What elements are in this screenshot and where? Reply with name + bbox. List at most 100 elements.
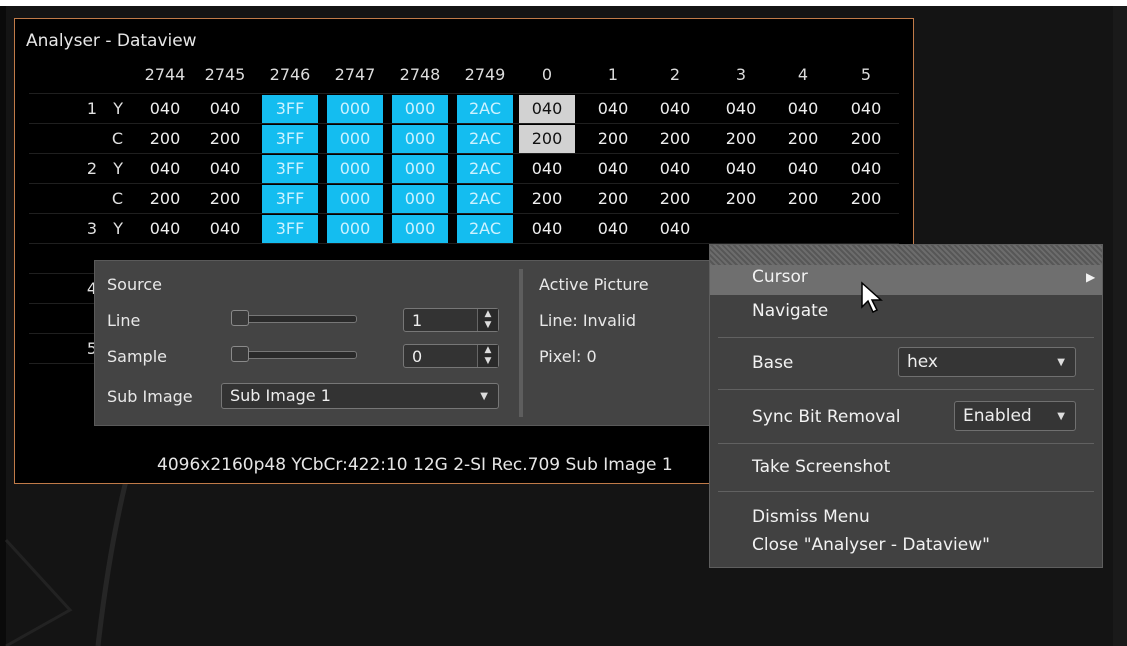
sync-bit-select[interactable]: Enabled ▼ — [954, 401, 1076, 431]
data-cell[interactable]: 000 — [327, 215, 383, 243]
data-cell[interactable]: 040 — [647, 155, 703, 183]
column-header: 2748 — [399, 65, 441, 84]
data-cell[interactable]: 000 — [327, 185, 383, 213]
data-cell[interactable]: 000 — [392, 185, 448, 213]
data-cell[interactable]: 040 — [647, 215, 703, 243]
row-line-number — [65, 305, 97, 333]
data-cell[interactable]: 040 — [775, 95, 831, 123]
data-cell[interactable]: 2AC — [457, 155, 513, 183]
data-cell[interactable]: 000 — [327, 125, 383, 153]
data-cell[interactable]: 200 — [775, 185, 831, 213]
data-cell[interactable]: 040 — [519, 215, 575, 243]
data-cell[interactable]: 2AC — [457, 125, 513, 153]
menu-item-cursor[interactable]: Cursor ▶ — [710, 265, 1102, 295]
mouse-pointer-icon — [861, 281, 883, 314]
data-cell[interactable]: 040 — [197, 95, 253, 123]
data-cell[interactable]: 200 — [519, 185, 575, 213]
spin-arrows-icon[interactable]: ▲ ▼ — [477, 345, 498, 367]
data-cell[interactable]: 040 — [838, 95, 894, 123]
data-cell[interactable]: 000 — [327, 155, 383, 183]
base-value: hex — [907, 352, 938, 372]
data-cell[interactable]: 200 — [137, 185, 193, 213]
sample-slider-thumb[interactable] — [231, 346, 249, 362]
data-cell[interactable]: 3FF — [262, 125, 318, 153]
data-cell[interactable]: 2AC — [457, 185, 513, 213]
top-edge — [0, 0, 1127, 6]
sample-slider-track[interactable] — [231, 351, 357, 359]
data-cell[interactable]: 200 — [197, 185, 253, 213]
data-cell[interactable]: 200 — [647, 185, 703, 213]
spin-arrows-icon[interactable]: ▲ ▼ — [477, 309, 498, 331]
grid-line — [29, 123, 899, 124]
menu-separator — [718, 443, 1094, 444]
data-cell[interactable]: 040 — [197, 155, 253, 183]
menu-item-navigate[interactable]: Navigate — [710, 297, 1102, 329]
data-cell[interactable]: 200 — [838, 185, 894, 213]
menu-item-take-screenshot[interactable]: Take Screenshot — [710, 451, 1102, 483]
base-select[interactable]: hex ▼ — [898, 347, 1076, 377]
data-cell[interactable]: 040 — [838, 155, 894, 183]
data-cell[interactable]: 040 — [137, 95, 193, 123]
menu-item-dismiss[interactable]: Dismiss Menu — [710, 503, 1102, 531]
line-value: 1 — [412, 311, 423, 330]
data-cell[interactable]: 3FF — [262, 95, 318, 123]
line-slider-thumb[interactable] — [231, 310, 249, 326]
menu-separator — [718, 389, 1094, 390]
sample-label: Sample — [107, 347, 167, 366]
row-channel: C — [111, 189, 123, 208]
data-cell[interactable]: 040 — [585, 215, 641, 243]
sample-spinbox[interactable]: 0 ▲ ▼ — [403, 344, 499, 368]
data-cell[interactable]: 000 — [392, 95, 448, 123]
column-header: 2747 — [334, 65, 376, 84]
data-cell[interactable]: 040 — [585, 95, 641, 123]
data-cell[interactable]: 2AC — [457, 95, 513, 123]
column-header: 2746 — [269, 65, 311, 84]
data-cell[interactable]: 200 — [713, 185, 769, 213]
source-heading: Source — [107, 275, 162, 294]
data-cell[interactable]: 040 — [647, 95, 703, 123]
data-cell[interactable]: 3FF — [262, 185, 318, 213]
data-cell[interactable]: 040 — [197, 215, 253, 243]
data-cell[interactable]: 040 — [519, 155, 575, 183]
data-cell[interactable]: 200 — [197, 125, 253, 153]
menu-item-close-window[interactable]: Close "Analyser - Dataview" — [710, 531, 1102, 559]
data-cell[interactable]: 200 — [775, 125, 831, 153]
data-cell[interactable]: 3FF — [262, 155, 318, 183]
data-cell[interactable]: 000 — [327, 95, 383, 123]
data-cell[interactable]: 040 — [585, 155, 641, 183]
line-spinbox[interactable]: 1 ▲ ▼ — [403, 308, 499, 332]
data-cell[interactable]: 2AC — [457, 215, 513, 243]
data-cell[interactable]: 200 — [585, 125, 641, 153]
subimage-select[interactable]: Sub Image 1 ▼ — [221, 383, 499, 409]
data-cell[interactable]: 000 — [392, 215, 448, 243]
context-menu: Cursor ▶ Navigate Base hex ▼ Sync Bit Re… — [709, 244, 1103, 568]
data-cell[interactable]: 200 — [585, 185, 641, 213]
menu-item-cursor-label: Cursor — [752, 267, 808, 287]
menu-drag-strip — [710, 245, 1102, 265]
grid-line — [29, 153, 899, 154]
data-cell[interactable]: 040 — [519, 95, 575, 123]
row-channel: Y — [113, 99, 123, 118]
data-cell[interactable]: 040 — [713, 155, 769, 183]
line-slider-track[interactable] — [231, 315, 357, 323]
base-label: Base — [752, 353, 794, 373]
data-cell[interactable]: 200 — [519, 125, 575, 153]
data-cell[interactable]: 000 — [392, 155, 448, 183]
data-cell[interactable]: 200 — [713, 125, 769, 153]
data-cell[interactable]: 200 — [647, 125, 703, 153]
data-cell[interactable]: 3FF — [262, 215, 318, 243]
data-cell[interactable] — [775, 215, 831, 243]
right-edge — [1113, 6, 1127, 646]
row-line-number: 4 — [86, 279, 97, 298]
data-cell[interactable]: 040 — [713, 95, 769, 123]
panel-divider — [519, 269, 523, 417]
data-cell[interactable]: 040 — [137, 155, 193, 183]
data-cell[interactable]: 200 — [838, 125, 894, 153]
data-cell[interactable]: 000 — [392, 125, 448, 153]
data-cell[interactable] — [838, 215, 894, 243]
data-cell[interactable]: 040 — [775, 155, 831, 183]
data-cell[interactable]: 200 — [137, 125, 193, 153]
data-cell[interactable] — [713, 215, 769, 243]
data-cell[interactable]: 040 — [137, 215, 193, 243]
close-window-label: Close "Analyser - Dataview" — [752, 535, 990, 555]
